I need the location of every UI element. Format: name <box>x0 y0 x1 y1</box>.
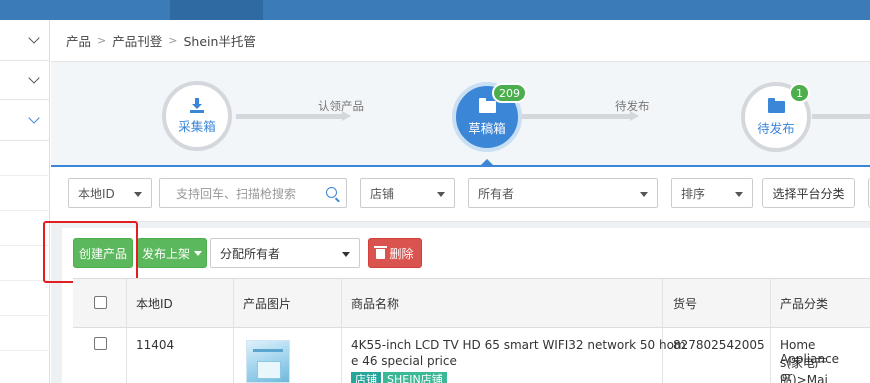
filter-bar: 本地ID 支持回车、扫描枪搜索 店铺 所有者 排序 选择平台分类 <box>51 167 870 222</box>
breadcrumb-item-products[interactable]: 产品 <box>66 31 91 50</box>
sidebar-item-1[interactable] <box>0 20 50 61</box>
column-header-local-id: 本地ID <box>136 297 173 311</box>
store-select[interactable]: 店铺 <box>360 178 455 208</box>
step-claim-label: 认领产品 <box>318 99 364 113</box>
row-sku: 827802542005 <box>673 338 765 352</box>
column-header-image: 产品图片 <box>243 297 292 311</box>
row-local-id: 11404 <box>136 338 175 352</box>
chevron-right-icon: > <box>97 34 107 47</box>
column-divider <box>341 279 342 383</box>
publish-listing-label: 发布上架 <box>141 246 190 261</box>
search-icon[interactable] <box>326 187 337 198</box>
column-divider <box>770 279 771 383</box>
step-connector-line <box>236 114 346 119</box>
breadcrumb-item-shein: Shein半托管 <box>183 34 256 49</box>
sidebar-divider <box>0 175 50 176</box>
trash-icon <box>374 246 388 259</box>
row-product-name-line1[interactable]: 4K55-inch LCD TV HD 65 smart WIFI32 netw… <box>351 338 686 352</box>
folder-icon <box>478 97 496 113</box>
caret-down-icon <box>640 192 648 197</box>
draft-count-badge: 209 <box>492 83 527 103</box>
publish-listing-button[interactable]: 发布上架 <box>137 238 207 268</box>
column-divider <box>126 279 127 383</box>
top-navigation-bar <box>0 0 870 20</box>
step-publish-line-label: 待发布 <box>615 99 650 113</box>
sidebar-divider <box>0 210 50 211</box>
breadcrumb-item-listing[interactable]: 产品刊登 <box>112 31 162 50</box>
caret-down-icon <box>735 192 743 197</box>
sidebar-item-3[interactable] <box>0 100 50 141</box>
top-nav-active-tab[interactable] <box>170 0 263 20</box>
step-collect-label: 采集箱 <box>178 118 216 134</box>
breadcrumb: 产品 > 产品刊登 > Shein半托管 <box>51 20 870 62</box>
search-input[interactable]: 支持回车、扫描枪搜索 <box>159 178 347 208</box>
column-divider <box>662 279 663 383</box>
assign-owner-value: 分配所有者 <box>220 246 281 261</box>
row-category-line3: or Appliances(大 <box>780 370 793 383</box>
row-product-name-line2[interactable]: e 46 special price <box>351 354 457 368</box>
step-pending-label: 待发布 <box>757 120 795 136</box>
column-header-category: 产品分类 <box>780 297 829 311</box>
owner-select[interactable]: 所有者 <box>468 178 658 208</box>
store-tag: 店铺 <box>351 372 381 383</box>
search-input-placeholder: 支持回车、扫描枪搜索 <box>176 186 297 201</box>
product-thumbnail[interactable] <box>246 340 290 383</box>
sidebar <box>0 20 50 383</box>
table-header <box>73 278 870 328</box>
chevron-down-icon <box>28 32 40 44</box>
row-checkbox[interactable] <box>94 337 107 350</box>
sidebar-divider <box>0 315 50 316</box>
store-select-value: 店铺 <box>370 186 395 201</box>
sidebar-divider <box>0 350 50 351</box>
chevron-right-icon: > <box>168 34 178 47</box>
delete-button[interactable]: 删除 <box>368 238 422 268</box>
column-divider <box>233 279 234 383</box>
pending-count-badge: 1 <box>789 83 810 103</box>
sort-select-value: 排序 <box>681 186 706 201</box>
caret-down-icon <box>342 252 350 257</box>
delete-label: 删除 <box>389 246 414 261</box>
assign-owner-select[interactable]: 分配所有者 <box>210 238 360 268</box>
chevron-down-icon <box>28 112 40 124</box>
sort-select[interactable]: 排序 <box>671 178 753 208</box>
select-platform-category-button[interactable]: 选择平台分类 <box>762 178 855 208</box>
sidebar-item-2[interactable] <box>0 61 50 100</box>
caret-down-icon <box>437 192 445 197</box>
column-header-sku: 货号 <box>673 297 698 311</box>
step-connector-line <box>812 114 870 119</box>
caret-down-icon <box>134 192 142 197</box>
select-all-checkbox[interactable] <box>94 296 107 309</box>
owner-select-value: 所有者 <box>478 186 515 201</box>
step-draft-label: 草稿箱 <box>468 120 506 136</box>
step-connector-line <box>520 114 630 119</box>
annotation-highlight-box <box>43 221 138 283</box>
folder-icon <box>767 97 785 113</box>
local-id-select-value: 本地ID <box>78 186 115 201</box>
caret-down-icon <box>194 250 202 256</box>
download-icon <box>189 97 205 113</box>
step-collect-box[interactable]: 采集箱 <box>162 81 232 151</box>
store-name-tag: SHEIN店铺 <box>383 372 447 383</box>
chevron-down-icon <box>28 72 40 84</box>
local-id-select[interactable]: 本地ID <box>68 178 152 208</box>
column-header-name: 商品名称 <box>351 297 400 311</box>
